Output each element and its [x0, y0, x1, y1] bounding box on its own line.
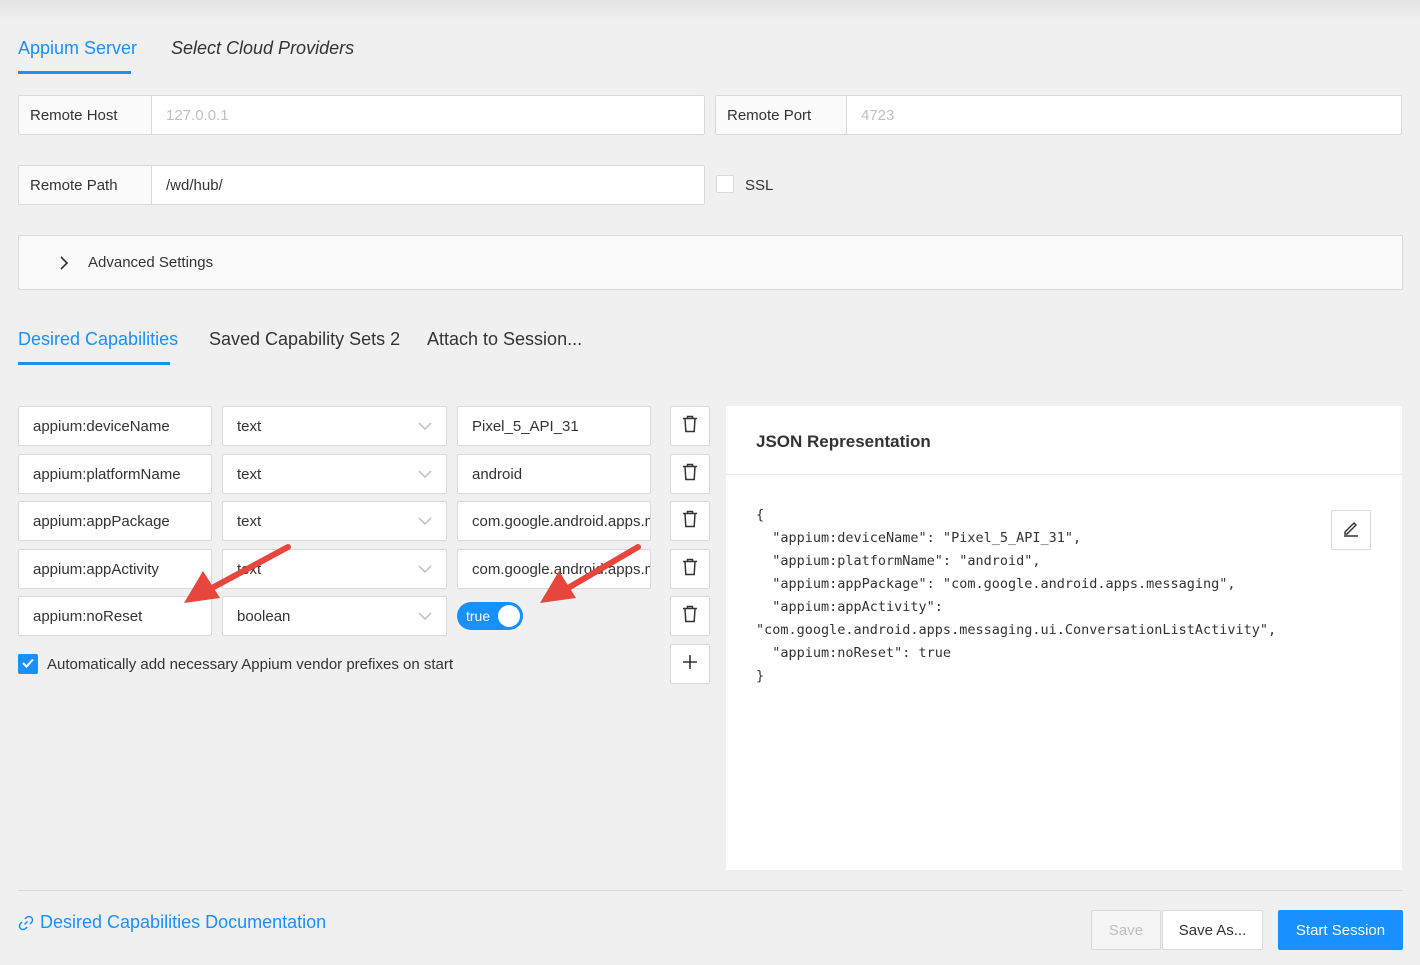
annotation-arrows [184, 544, 641, 603]
save-as-button[interactable]: Save As... [1162, 910, 1263, 950]
footer-divider [18, 890, 1403, 891]
link-icon [18, 915, 34, 931]
save-button[interactable]: Save [1091, 910, 1161, 950]
red-arrow-icon [540, 544, 641, 603]
documentation-link[interactable]: Desired Capabilities Documentation [18, 912, 326, 933]
documentation-link-label: Desired Capabilities Documentation [40, 912, 327, 932]
red-arrow-icon [184, 544, 291, 603]
start-session-button[interactable]: Start Session [1278, 910, 1403, 950]
